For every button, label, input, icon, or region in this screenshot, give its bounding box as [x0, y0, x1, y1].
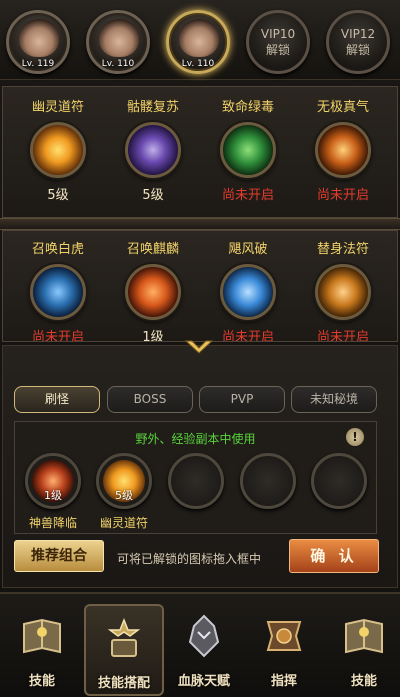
loadout-slot-1[interactable]: 1级	[25, 453, 81, 509]
nav-skills[interactable]: 技能	[2, 604, 82, 696]
skill-panel-2: 召唤白虎 尚未开启 召唤麒麟 1级 飓风破 尚未开启 替身法符 尚未开启	[2, 230, 398, 342]
skill-name: 召唤白虎	[31, 242, 84, 257]
hero-face	[179, 19, 219, 57]
skill-name: 无极真气	[316, 100, 369, 115]
qilin-icon	[125, 264, 181, 320]
recommend-combo-button[interactable]: 推荐组合	[14, 540, 104, 572]
skill-item[interactable]: 骷髅复苏 5级	[108, 99, 198, 205]
tab-pvp[interactable]: PVP	[199, 386, 285, 413]
nav-label: 血脉天赋	[177, 674, 230, 689]
skill-item[interactable]: 召唤白虎 尚未开启	[13, 241, 103, 342]
stand-in-icon	[315, 264, 371, 320]
hero-level: Lv. 119	[21, 59, 55, 69]
skill-state: 尚未开启	[221, 188, 274, 203]
bloodline-icon	[188, 614, 220, 658]
usage-hint: 野外、经验副本中使用	[135, 432, 256, 446]
slot-level: 5级	[115, 489, 133, 502]
skill-name: 骷髅复苏	[126, 100, 179, 115]
info-icon[interactable]: !	[346, 428, 364, 446]
skill-config-screen: Lv. 119 Lv. 110 Lv. 110 VIP10 解锁 VIP12 解…	[0, 0, 400, 697]
skill-panel-1: 幽灵道符 5级 骷髅复苏 5级 致命绿毒 尚未开启 无极真气 尚未开启	[2, 86, 398, 218]
tab-mobs[interactable]: 刷怪	[14, 386, 100, 413]
bottom-nav: 技能 技能搭配 血脉天赋 指挥 技能	[0, 592, 400, 697]
nav-skills-2[interactable]: 技能	[324, 604, 400, 696]
vip-requirement: VIP10	[260, 27, 296, 41]
confirm-button[interactable]: 确 认	[289, 539, 379, 573]
hero-selector: Lv. 119 Lv. 110 Lv. 110 VIP10 解锁 VIP12 解…	[0, 0, 400, 80]
skull-icon	[125, 122, 181, 178]
skill-state: 5级	[142, 188, 164, 203]
nav-label: 技能搭配	[97, 676, 150, 691]
nav-command[interactable]: 指挥	[244, 604, 324, 696]
skill-state: 尚未开启	[316, 330, 369, 342]
hero-face	[19, 19, 59, 57]
hero-portrait-2[interactable]: Lv. 110	[86, 10, 150, 74]
talisman-icon	[30, 122, 86, 178]
skill-item[interactable]: 致命绿毒 尚未开启	[203, 99, 293, 205]
loadout-slot-4[interactable]	[240, 453, 296, 509]
hero-portrait-1[interactable]: Lv. 119	[6, 10, 70, 74]
slot-skill-name: 神兽降临	[28, 516, 77, 530]
hurricane-icon	[220, 264, 276, 320]
skill-item[interactable]: 无极真气 尚未开启	[298, 99, 388, 205]
slot-skill-name: 幽灵道符	[99, 516, 148, 530]
skill-name: 致命绿毒	[221, 100, 274, 115]
skill-item[interactable]: 飓风破 尚未开启	[203, 241, 293, 342]
nav-bloodline[interactable]: 血脉天赋	[164, 604, 244, 696]
skill-item[interactable]: 幽灵道符 5级	[13, 99, 103, 205]
skill-state: 5级	[47, 188, 69, 203]
skill-name: 飓风破	[228, 242, 268, 257]
nav-label: 指挥	[270, 674, 297, 689]
drag-hint: 可将已解锁的图标拖入框中	[117, 552, 262, 566]
slot-level: 1级	[44, 489, 62, 502]
hero-portrait-3[interactable]: Lv. 110	[166, 10, 230, 74]
skill-name: 替身法符	[316, 242, 369, 257]
skill-match-icon	[107, 617, 141, 657]
skill-state: 尚未开启	[31, 330, 84, 342]
chevron-down-icon[interactable]	[184, 339, 214, 355]
skill-item[interactable]: 召唤麒麟 1级	[108, 241, 198, 341]
qi-icon	[315, 122, 371, 178]
skill-state: 尚未开启	[316, 188, 369, 203]
poison-icon	[220, 122, 276, 178]
nav-label: 技能	[28, 674, 55, 689]
unlock-label: 解锁	[345, 43, 370, 57]
command-icon	[266, 621, 302, 651]
nav-skill-match[interactable]: 技能搭配	[84, 604, 164, 696]
skill-item[interactable]: 替身法符 尚未开启	[298, 241, 388, 342]
loadout-slot-3[interactable]	[168, 453, 224, 509]
tab-boss[interactable]: BOSS	[107, 386, 193, 413]
hero-level: Lv. 110	[181, 59, 215, 69]
skill-state: 尚未开启	[221, 330, 274, 342]
unlock-label: 解锁	[265, 43, 290, 57]
loadout-slot-5[interactable]	[311, 453, 367, 509]
locked-slot-vip10[interactable]: VIP10 解锁	[246, 10, 310, 74]
nav-label: 技能	[350, 674, 377, 689]
skill-book-icon	[345, 618, 383, 654]
hero-face	[99, 19, 139, 57]
skill-book-icon	[23, 618, 61, 654]
hero-level: Lv. 110	[101, 59, 135, 69]
panel-divider	[0, 218, 400, 230]
locked-slot-vip12[interactable]: VIP12 解锁	[326, 10, 390, 74]
skill-name: 幽灵道符	[31, 100, 84, 115]
skill-name: 召唤麒麟	[126, 242, 179, 257]
vip-requirement: VIP12	[340, 27, 376, 41]
loadout-slot-2[interactable]: 5级	[96, 453, 152, 509]
loadout-slots: 野外、经验副本中使用 ! 1级 神兽降临 5级 幽灵道符	[14, 421, 377, 534]
tab-secret-realm[interactable]: 未知秘境	[291, 386, 377, 413]
tiger-icon	[30, 264, 86, 320]
